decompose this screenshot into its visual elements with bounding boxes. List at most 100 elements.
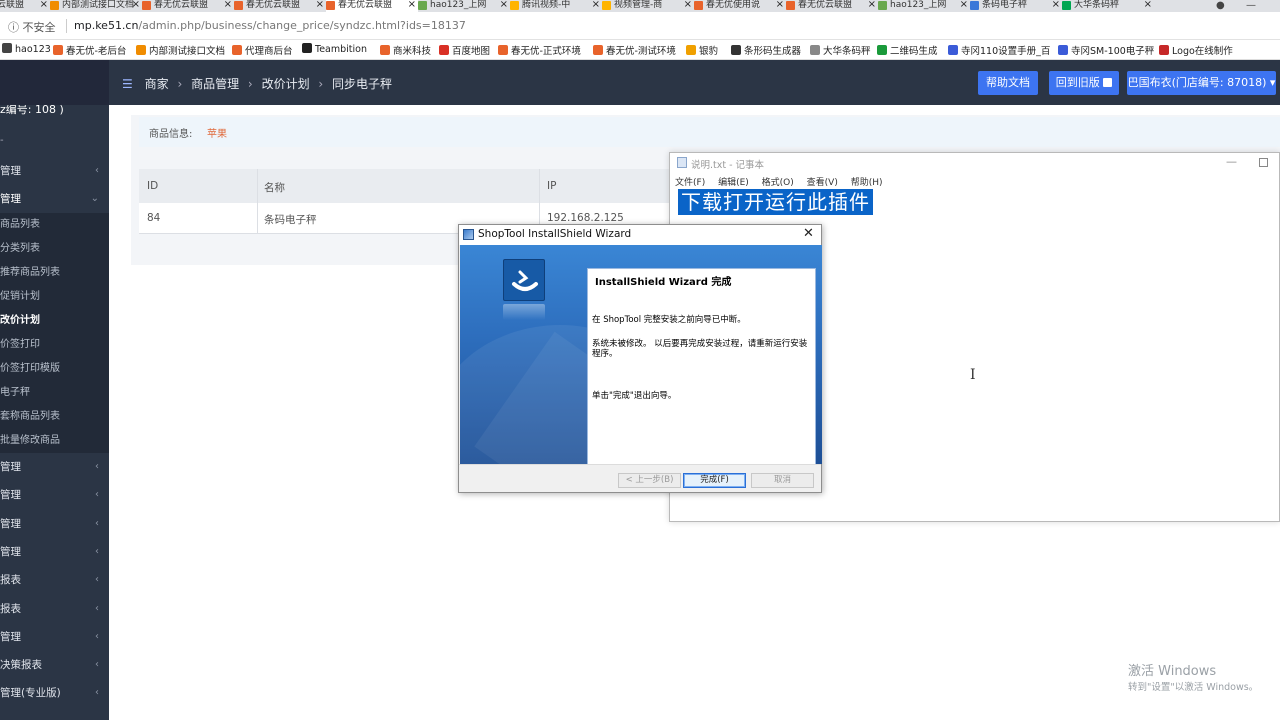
- maximize-icon[interactable]: [1259, 158, 1268, 167]
- bookmark-item[interactable]: 春无优-老后台: [53, 43, 126, 57]
- browser-tab[interactable]: 大华条码秤 ×: [1062, 0, 1154, 12]
- bookmark-item[interactable]: 条形码生成器: [731, 43, 801, 57]
- sidebar-group[interactable]: 管理 ‹: [0, 623, 109, 651]
- browser-tab[interactable]: 视频管理-商 ×: [602, 0, 694, 12]
- sidebar-subitem[interactable]: 批量修改商品: [0, 429, 109, 453]
- breadcrumb-item-price-plan[interactable]: 改价计划: [262, 77, 310, 91]
- browser-tab[interactable]: 腾讯视频-中 ×: [510, 0, 602, 12]
- bookmark-item[interactable]: 寺冈110设置手册_百: [948, 43, 1050, 57]
- browser-tab[interactable]: hao123_上网 ×: [418, 0, 510, 12]
- tab-close-icon[interactable]: ×: [316, 0, 324, 10]
- sidebar-dot: -: [0, 135, 4, 146]
- breadcrumb-item-product-mgmt[interactable]: 商品管理: [191, 77, 239, 91]
- bookmark-item[interactable]: 代理商后台: [232, 43, 293, 57]
- sidebar-group[interactable]: 报表 ‹: [0, 566, 109, 594]
- tab-close-icon[interactable]: ×: [684, 0, 692, 10]
- bookmark-item[interactable]: 银豹: [686, 43, 718, 57]
- close-icon[interactable]: ✕: [803, 226, 814, 241]
- bookmark-item[interactable]: Logo在线制作: [1159, 43, 1233, 57]
- bookmark-item[interactable]: 百度地图: [439, 43, 490, 57]
- tab-close-icon[interactable]: ×: [960, 0, 968, 10]
- help-docs-button[interactable]: 帮助文档: [978, 71, 1038, 95]
- sidebar-subitem[interactable]: 促销计划: [0, 285, 109, 309]
- wizard-heading: InstallShield Wizard 完成: [595, 277, 732, 288]
- sidebar-subitem[interactable]: 推荐商品列表: [0, 261, 109, 285]
- browser-tab[interactable]: 春无优使用说 ×: [694, 0, 786, 12]
- menu-help[interactable]: 帮助(H): [851, 178, 883, 188]
- sidebar-group[interactable]: 管理 ‹: [0, 538, 109, 566]
- sidebar-group[interactable]: 决策报表 ‹: [0, 651, 109, 679]
- address-bar[interactable]: ⓘ 不安全 mp.ke51.cn/admin.php/business/chan…: [0, 12, 1280, 40]
- tab-label: 内部测试接口文档: [62, 0, 135, 10]
- security-indicator[interactable]: ⓘ 不安全: [8, 19, 56, 35]
- breadcrumb-item-merchant[interactable]: 商家: [145, 77, 169, 91]
- notepad-selected-text[interactable]: 下载打开运行此插件: [678, 189, 873, 215]
- tab-close-icon[interactable]: ×: [224, 0, 232, 10]
- browser-tab[interactable]: 春无优云联盟 ×: [142, 0, 234, 12]
- tab-close-icon[interactable]: ×: [1052, 0, 1060, 10]
- tab-close-icon[interactable]: ×: [776, 0, 784, 10]
- windows-activation-hint: 转到"设置"以激活 Windows。: [1128, 682, 1259, 693]
- account-icon[interactable]: ●: [1216, 0, 1225, 11]
- notepad-titlebar[interactable]: 说明.txt - 记事本 —: [670, 153, 1279, 173]
- bookmark-item[interactable]: 商米科技: [380, 43, 431, 57]
- sidebar-group[interactable]: 管理(专业版) ‹: [0, 679, 109, 707]
- browser-tab[interactable]: 春无优云联盟 ×: [0, 0, 50, 12]
- sidebar-subitem[interactable]: 商品列表: [0, 213, 109, 237]
- sidebar-group[interactable]: 管理 ‹: [0, 157, 109, 185]
- sidebar-group[interactable]: 管理 ‹: [0, 481, 109, 509]
- tab-close-icon[interactable]: ×: [868, 0, 876, 10]
- window-minimize-icon[interactable]: —: [1246, 0, 1256, 11]
- cancel-button[interactable]: 取消: [751, 473, 814, 488]
- sidebar-group[interactable]: 管理 ‹: [0, 510, 109, 538]
- sidebar-subitem[interactable]: 电子秤: [0, 381, 109, 405]
- sidebar-group[interactable]: 报表 ‹: [0, 595, 109, 623]
- bookmark-item[interactable]: 春无优-正式环境: [498, 43, 581, 57]
- sidebar-group[interactable]: 管理 ⌄: [0, 185, 109, 213]
- menu-format[interactable]: 格式(O): [762, 178, 794, 188]
- browser-tab[interactable]: 春无优云联盟 ×: [786, 0, 878, 12]
- installshield-dialog[interactable]: ShopTool InstallShield Wizard ✕ InstallS…: [458, 224, 822, 493]
- notepad-menubar: 文件(F) 编辑(E) 格式(O) 查看(V) 帮助(H): [675, 175, 893, 188]
- finish-button[interactable]: 完成(F): [683, 473, 746, 488]
- menu-view[interactable]: 查看(V): [807, 178, 838, 188]
- tab-close-icon[interactable]: ×: [592, 0, 600, 10]
- sidebar-subitem[interactable]: 价签打印: [0, 333, 109, 357]
- tab-close-icon[interactable]: ×: [40, 0, 48, 10]
- tab-favicon-icon: [602, 1, 611, 10]
- menu-file[interactable]: 文件(F): [675, 178, 705, 188]
- bookmark-item[interactable]: 寺冈SM-100电子秤: [1058, 43, 1154, 57]
- sidebar-subitem[interactable]: 套称商品列表: [0, 405, 109, 429]
- browser-tab[interactable]: 春无优云联盟 ×: [326, 0, 418, 12]
- tab-close-icon[interactable]: ×: [132, 0, 140, 10]
- bookmark-item[interactable]: hao123: [2, 43, 51, 55]
- browser-tab[interactable]: hao123_上网 ×: [878, 0, 970, 12]
- dialog-titlebar[interactable]: ShopTool InstallShield Wizard ✕: [459, 225, 821, 245]
- sidebar-subitem[interactable]: 改价计划: [0, 309, 109, 333]
- menu-edit[interactable]: 编辑(E): [718, 178, 749, 188]
- tab-close-icon[interactable]: ×: [1144, 0, 1152, 10]
- bookmark-item[interactable]: 二维码生成: [877, 43, 938, 57]
- minimize-icon[interactable]: —: [1226, 155, 1237, 168]
- bookmark-item[interactable]: 内部测试接口文档: [136, 43, 225, 57]
- bookmark-item[interactable]: Teambition: [302, 43, 367, 55]
- chevron-left-icon: ‹: [95, 517, 99, 529]
- bookmark-item[interactable]: 大华条码秤: [810, 43, 871, 57]
- browser-tab[interactable]: 春无优云联盟 ×: [234, 0, 326, 12]
- tab-close-icon[interactable]: ×: [408, 0, 416, 10]
- back-button[interactable]: < 上一步(B): [618, 473, 681, 488]
- back-to-old-version-button[interactable]: 回到旧版: [1049, 71, 1119, 95]
- url-text[interactable]: mp.ke51.cn/admin.php/business/change_pri…: [74, 19, 466, 32]
- sidebar-subitem[interactable]: 分类列表: [0, 237, 109, 261]
- browser-tab[interactable]: 条码电子秤 ×: [970, 0, 1062, 12]
- tab-close-icon[interactable]: ×: [500, 0, 508, 10]
- browser-tab[interactable]: 内部测试接口文档 ×: [50, 0, 142, 12]
- bookmark-label: 大华条码秤: [823, 46, 871, 57]
- bookmark-favicon-icon: [232, 45, 242, 55]
- menu-icon[interactable]: ☰: [122, 77, 133, 91]
- bookmark-item[interactable]: 春无优-测试环境: [593, 43, 676, 57]
- sidebar-group[interactable]: 管理 ‹: [0, 453, 109, 481]
- store-selector-dropdown[interactable]: 巴国布衣(门店编号: 87018) ▾: [1127, 71, 1276, 95]
- sidebar-subitem[interactable]: 价签打印模版: [0, 357, 109, 381]
- column-header-name: 名称: [264, 182, 285, 194]
